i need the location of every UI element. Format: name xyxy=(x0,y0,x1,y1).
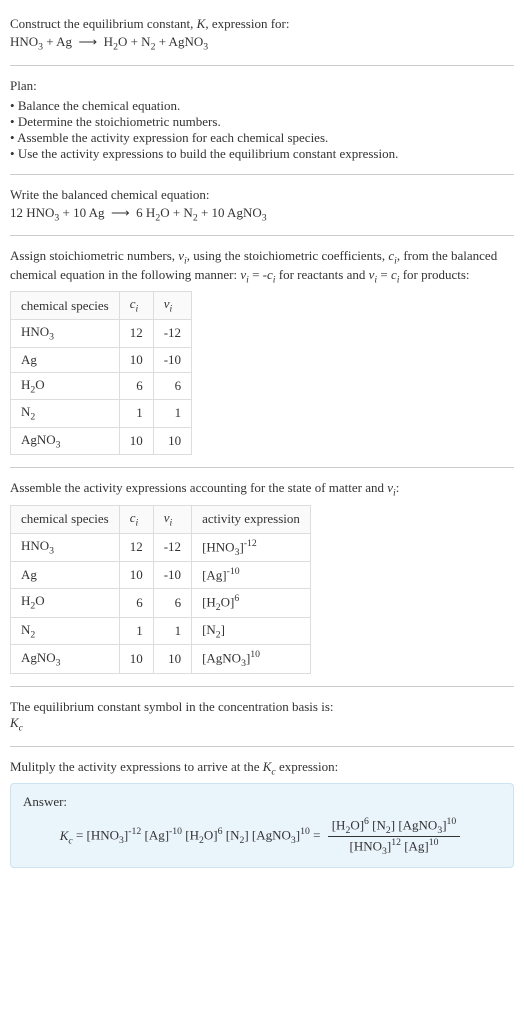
fraction-numerator: [H2O]6 [N2] [AgNO3]10 xyxy=(328,816,461,837)
plan-list: Balance the chemical equation. Determine… xyxy=(10,98,514,162)
plan-item: Assemble the activity expression for eac… xyxy=(10,130,514,146)
cell-species: AgNO3 xyxy=(11,645,120,674)
cell-vi: -12 xyxy=(153,533,191,562)
table-row: AgNO31010 xyxy=(11,427,192,455)
symbol-section: The equilibrium constant symbol in the c… xyxy=(10,691,514,742)
stoich-section: Assign stoichiometric numbers, νi, using… xyxy=(10,240,514,463)
unbalanced-equation: HNO3 + Ag ⟶ H2O + N2 + AgNO3 xyxy=(10,34,514,53)
cell-vi: 10 xyxy=(153,427,191,455)
plan-title: Plan: xyxy=(10,78,514,94)
cell-ci: 1 xyxy=(119,400,153,428)
table-row: Ag10-10 xyxy=(11,347,192,372)
cell-expr: [AgNO3]10 xyxy=(192,645,311,674)
divider xyxy=(10,686,514,687)
table-row: HNO312-12[HNO3]-12 xyxy=(11,533,311,562)
balanced-equation: 12 HNO3 + 10 Ag ⟶ 6 H2O + N2 + 10 AgNO3 xyxy=(10,205,514,224)
header-section: Construct the equilibrium constant, K, e… xyxy=(10,8,514,61)
divider xyxy=(10,467,514,468)
cell-species: AgNO3 xyxy=(11,427,120,455)
table-row: AgNO31010[AgNO3]10 xyxy=(11,645,311,674)
col-expr: activity expression xyxy=(192,505,311,533)
cell-ci: 10 xyxy=(119,562,153,588)
plan-item: Balance the chemical equation. xyxy=(10,98,514,114)
cell-expr: [HNO3]-12 xyxy=(192,533,311,562)
table-row: HNO312-12 xyxy=(11,319,192,347)
cell-vi: 1 xyxy=(153,617,191,645)
activity-section: Assemble the activity expressions accoun… xyxy=(10,472,514,682)
cell-ci: 6 xyxy=(119,588,153,617)
result-section: Mulitply the activity expressions to arr… xyxy=(10,751,514,876)
cell-ci: 10 xyxy=(119,347,153,372)
table-header-row: chemical species ci νi activity expressi… xyxy=(11,505,311,533)
table-row: H2O66 xyxy=(11,372,192,400)
balanced-section: Write the balanced chemical equation: 12… xyxy=(10,179,514,232)
cell-species: H2O xyxy=(11,372,120,400)
activity-intro: Assemble the activity expressions accoun… xyxy=(10,480,514,499)
prompt-text: Construct the equilibrium constant, K, e… xyxy=(10,16,514,32)
cell-ci: 1 xyxy=(119,617,153,645)
cell-species: N2 xyxy=(11,617,120,645)
cell-ci: 10 xyxy=(119,427,153,455)
fraction-denominator: [HNO3]12 [Ag]10 xyxy=(328,837,461,857)
col-ci: ci xyxy=(119,505,153,533)
cell-ci: 12 xyxy=(119,319,153,347)
plan-item: Use the activity expressions to build th… xyxy=(10,146,514,162)
cell-species: N2 xyxy=(11,400,120,428)
cell-species: H2O xyxy=(11,588,120,617)
table-row: Ag10-10[Ag]-10 xyxy=(11,562,311,588)
table-header-row: chemical species ci νi xyxy=(11,292,192,320)
kc-symbol: Kc xyxy=(10,715,514,734)
cell-ci: 10 xyxy=(119,645,153,674)
cell-vi: -10 xyxy=(153,347,191,372)
col-species: chemical species xyxy=(11,292,120,320)
cell-species: Ag xyxy=(11,347,120,372)
divider xyxy=(10,235,514,236)
cell-expr: [N2] xyxy=(192,617,311,645)
cell-vi: 6 xyxy=(153,588,191,617)
cell-ci: 12 xyxy=(119,533,153,562)
cell-vi: -12 xyxy=(153,319,191,347)
col-vi: νi xyxy=(153,505,191,533)
cell-vi: 6 xyxy=(153,372,191,400)
cell-vi: -10 xyxy=(153,562,191,588)
divider xyxy=(10,65,514,66)
cell-expr: [Ag]-10 xyxy=(192,562,311,588)
table-row: H2O66[H2O]6 xyxy=(11,588,311,617)
cell-expr: [H2O]6 xyxy=(192,588,311,617)
stoich-table: chemical species ci νi HNO312-12 Ag10-10… xyxy=(10,291,192,455)
answer-label: Answer: xyxy=(23,794,501,810)
col-vi: νi xyxy=(153,292,191,320)
table-row: N211[N2] xyxy=(11,617,311,645)
cell-vi: 1 xyxy=(153,400,191,428)
balanced-intro: Write the balanced chemical equation: xyxy=(10,187,514,203)
table-row: N211 xyxy=(11,400,192,428)
stoich-intro: Assign stoichiometric numbers, νi, using… xyxy=(10,248,514,285)
result-intro: Mulitply the activity expressions to arr… xyxy=(10,759,514,778)
plan-item: Determine the stoichiometric numbers. xyxy=(10,114,514,130)
divider xyxy=(10,746,514,747)
col-ci: ci xyxy=(119,292,153,320)
plan-section: Plan: Balance the chemical equation. Det… xyxy=(10,70,514,170)
cell-species: HNO3 xyxy=(11,319,120,347)
answer-box: Answer: Kc = [HNO3]-12 [Ag]-10 [H2O]6 [N… xyxy=(10,783,514,868)
kc-expression: Kc = [HNO3]-12 [Ag]-10 [H2O]6 [N2] [AgNO… xyxy=(23,816,501,857)
cell-ci: 6 xyxy=(119,372,153,400)
fraction: [H2O]6 [N2] [AgNO3]10 [HNO3]12 [Ag]10 xyxy=(328,816,461,857)
symbol-intro: The equilibrium constant symbol in the c… xyxy=(10,699,514,715)
cell-vi: 10 xyxy=(153,645,191,674)
col-species: chemical species xyxy=(11,505,120,533)
divider xyxy=(10,174,514,175)
activity-table: chemical species ci νi activity expressi… xyxy=(10,505,311,674)
cell-species: Ag xyxy=(11,562,120,588)
cell-species: HNO3 xyxy=(11,533,120,562)
